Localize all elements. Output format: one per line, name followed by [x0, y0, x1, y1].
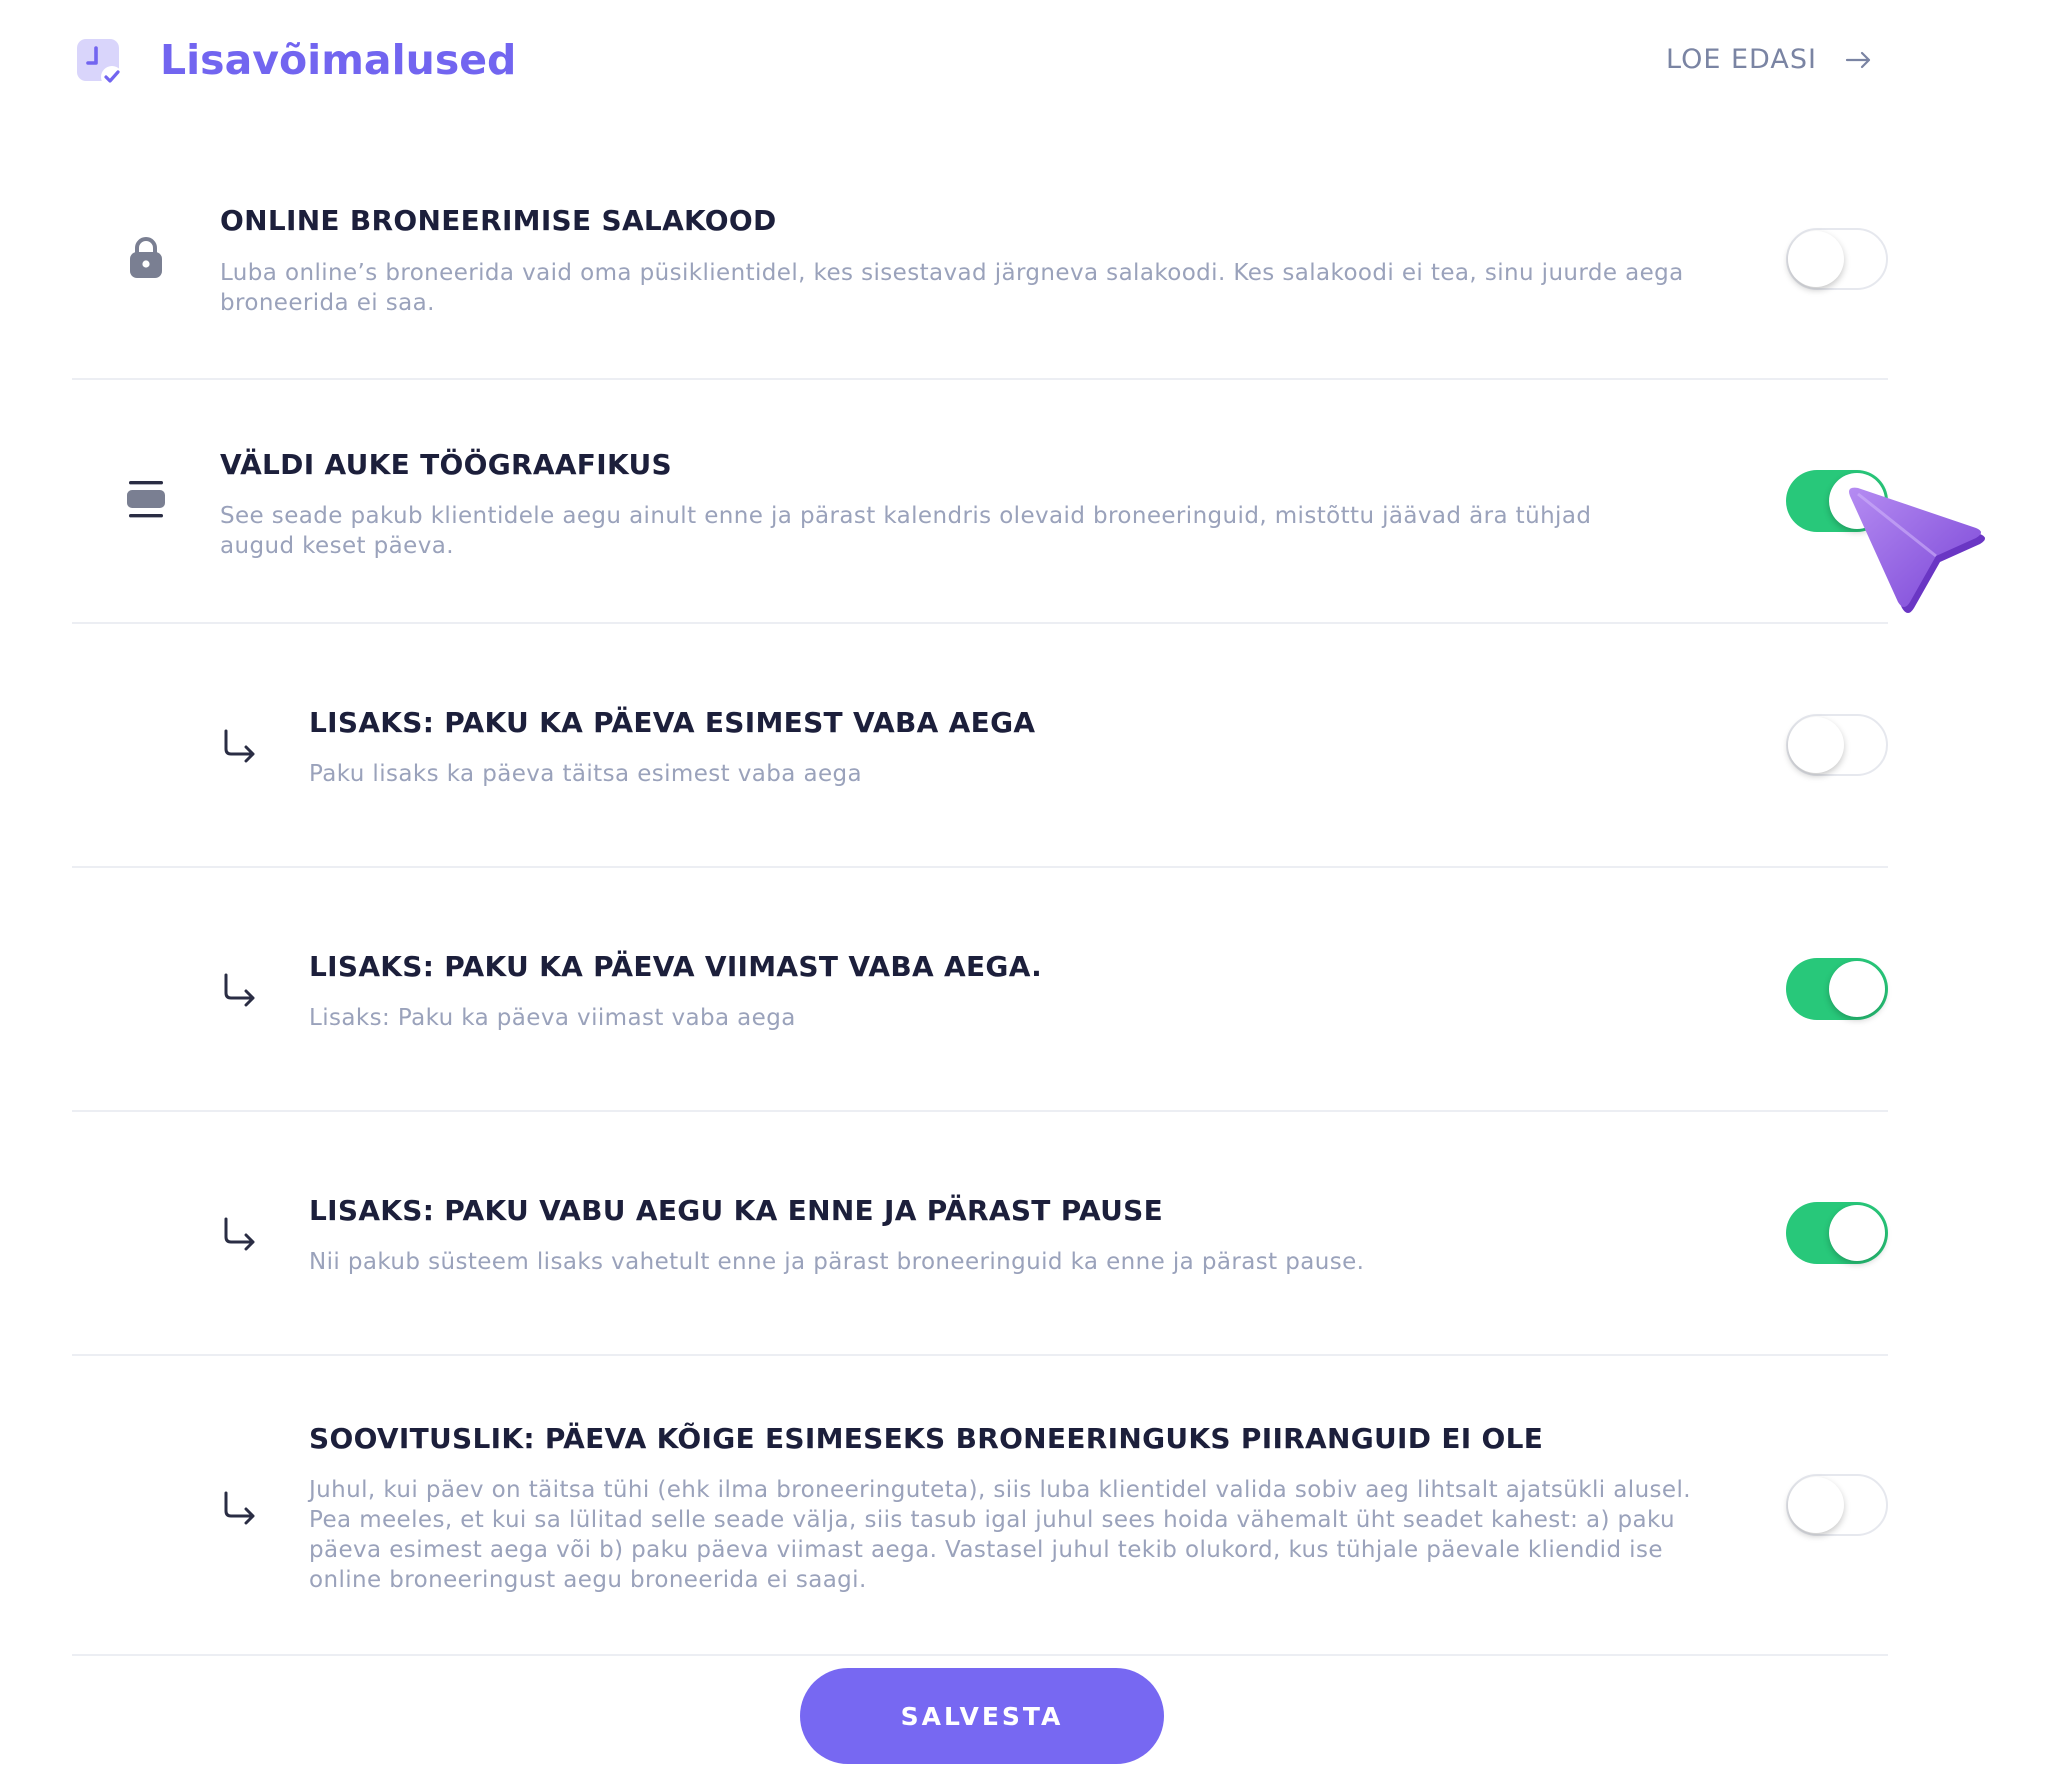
- toggle-knob: [1829, 961, 1885, 1017]
- divider: [72, 378, 1888, 380]
- setting-description: Luba online’s broneerida vaid oma püsikl…: [220, 260, 1684, 316]
- setting-description: Lisaks: Paku ka päeva viimast vaba aega: [309, 1005, 796, 1031]
- setting-description: Paku lisaks ka päeva täitsa esimest vaba…: [309, 761, 863, 787]
- toggle-knob: [1788, 231, 1844, 287]
- lock-icon: [130, 237, 162, 278]
- read-more-link[interactable]: LOE EDASI: [1666, 44, 1873, 75]
- last-free-slot-toggle[interactable]: [1786, 958, 1888, 1020]
- read-more-label: LOE EDASI: [1666, 44, 1817, 75]
- booking-code-toggle[interactable]: [1786, 228, 1888, 290]
- sub-arrow-icon: [224, 729, 255, 763]
- setting-title: LISAKS: PAKU KA PÄEVA ESIMEST VABA AEGA: [309, 706, 1036, 739]
- sub-arrow-icon: [224, 1217, 255, 1251]
- around-breaks-toggle[interactable]: [1786, 1202, 1888, 1264]
- first-booking-no-limits-toggle[interactable]: [1786, 1474, 1888, 1536]
- setting-description: See seade pakub klientidele aegu ainult …: [220, 503, 1592, 559]
- save-button[interactable]: SALVESTA: [800, 1668, 1164, 1764]
- divider: [72, 866, 1888, 868]
- arrow-right-icon: [1845, 51, 1871, 68]
- setting-title: ONLINE BRONEERIMISE SALAKOOD: [220, 204, 777, 237]
- page-title: Lisavõimalused: [160, 36, 517, 84]
- toggle-knob: [1788, 1477, 1844, 1533]
- sub-arrow-icon: [224, 973, 255, 1007]
- divider: [72, 622, 1888, 624]
- setting-description: Nii pakub süsteem lisaks vahetult enne j…: [309, 1249, 1365, 1275]
- pointer-cursor-icon: [1849, 487, 1985, 613]
- setting-description: Juhul, kui päev on täitsa tühi (ehk ilma…: [309, 1477, 1691, 1593]
- setting-title: LISAKS: PAKU KA PÄEVA VIIMAST VABA AEGA.: [309, 950, 1043, 983]
- settings-panel: Lisavõimalused LOE EDASI ONLINE BRONEERI…: [0, 0, 2048, 1792]
- toggle-knob: [1829, 1205, 1885, 1261]
- schedule-gap-icon: [127, 481, 165, 518]
- toggle-knob: [1788, 717, 1844, 773]
- divider: [72, 1354, 1888, 1356]
- clock-check-icon: [77, 39, 123, 88]
- setting-title: VÄLDI AUKE TÖÖGRAAFIKUS: [220, 448, 672, 481]
- sub-arrow-icon: [224, 1491, 255, 1525]
- divider: [72, 1110, 1888, 1112]
- setting-title: LISAKS: PAKU VABU AEGU KA ENNE JA PÄRAST…: [309, 1194, 1164, 1227]
- divider: [72, 1654, 1888, 1656]
- first-free-slot-toggle[interactable]: [1786, 714, 1888, 776]
- setting-title: SOOVITUSLIK: PÄEVA KÕIGE ESIMESEKS BRONE…: [309, 1422, 1544, 1455]
